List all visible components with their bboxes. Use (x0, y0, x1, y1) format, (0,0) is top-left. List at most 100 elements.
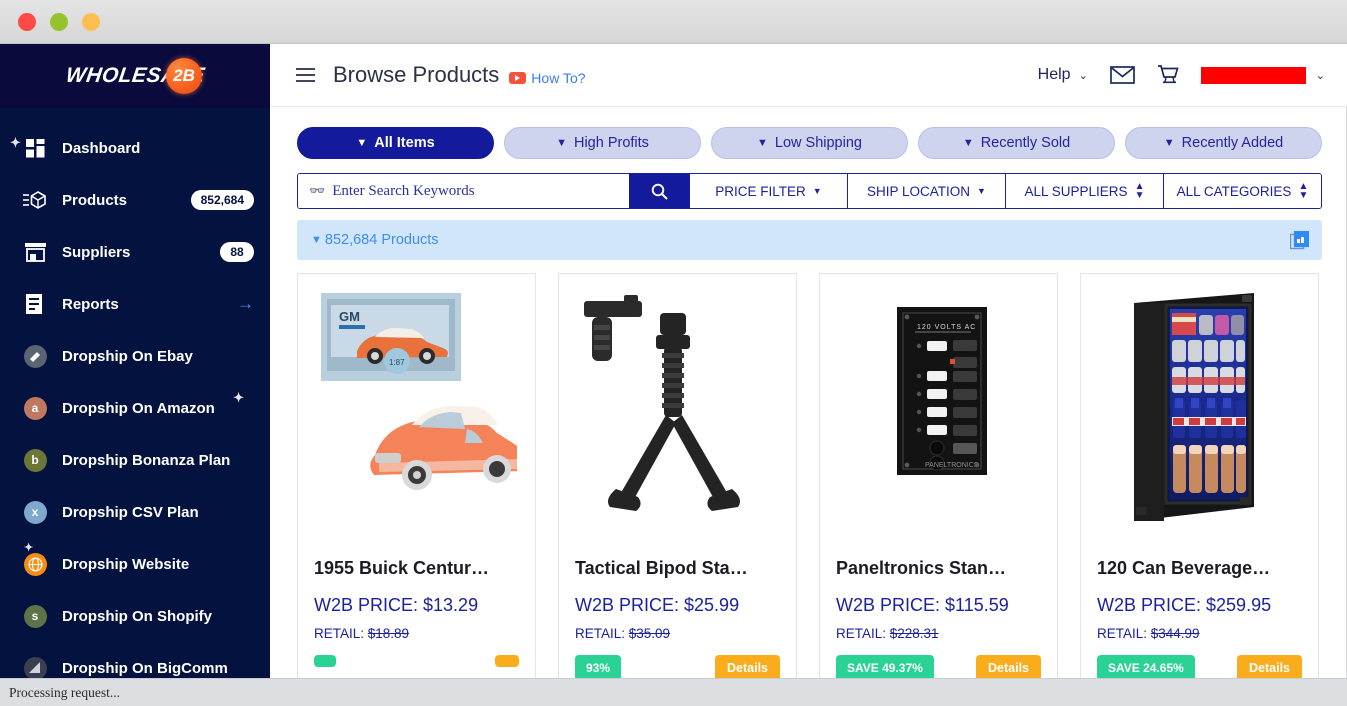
brand-logo[interactable]: WHOLESALE 2B (0, 44, 270, 108)
how-to-link[interactable]: How To? (509, 69, 586, 86)
minimize-window-button[interactable] (50, 13, 68, 31)
save-badge (314, 655, 336, 667)
product-title: Paneltronics Stan… (836, 558, 1007, 578)
product-info: Paneltronics Stan… W2B PRICE: $115.59 RE… (820, 546, 1057, 678)
product-retail-price: RETAIL: $344.99 (1097, 626, 1302, 641)
box-list-icon (20, 187, 50, 213)
product-image-tactical-bipod (559, 274, 796, 546)
product-retail-price: RETAIL: $18.89 (314, 626, 519, 641)
help-label: Help (1037, 66, 1071, 83)
sidebar-item-dropship-on-shopify[interactable]: s Dropship On Shopify (0, 590, 270, 642)
user-account-menu[interactable]: ⌄ (1200, 66, 1325, 84)
product-card[interactable]: 120 Can Beverage… W2B PRICE: $259.95 RET… (1080, 273, 1319, 678)
product-card[interactable]: 120 VOLTS AC PANELTRONICS Paneltronics S… (819, 273, 1058, 678)
price-filter-dropdown[interactable]: PRICE FILTER ▼ (689, 174, 847, 208)
sidebar-item-label: Dropship Bonanza Plan (62, 451, 231, 469)
svg-text:120 VOLTS AC: 120 VOLTS AC (917, 324, 976, 331)
all-categories-dropdown[interactable]: ALL CATEGORIES ▲ ▼ (1163, 174, 1321, 208)
tab-recently-added[interactable]: ▼ Recently Added (1125, 127, 1322, 159)
product-card[interactable]: Tactical Bipod Sta… W2B PRICE: $25.99 RE… (558, 273, 797, 678)
tab-high-profits[interactable]: ▼ High Profits (504, 127, 701, 159)
funnel-icon: ▼ (311, 234, 322, 246)
sidebar-item-reports[interactable]: Reports → (0, 278, 270, 330)
amazon-icon: a (20, 395, 50, 421)
retail-value: $344.99 (1150, 626, 1200, 641)
sidebar-item-label: Dropship On Shopify (62, 607, 212, 625)
sidebar-item-dashboard[interactable]: ✦ Dashboard (0, 122, 270, 174)
product-title: Tactical Bipod Sta… (575, 558, 748, 578)
tab-recently-sold[interactable]: ▼ Recently Sold (918, 127, 1115, 159)
sparkle-icon: ✦ (24, 542, 34, 554)
save-badge: SAVE 49.37% (836, 655, 934, 678)
product-price: W2B PRICE: $259.95 (1097, 595, 1272, 615)
product-actions (314, 655, 519, 667)
how-to-label: How To? (531, 69, 586, 86)
sidebar-item-label: Dropship On Ebay (62, 347, 193, 365)
ship-location-dropdown[interactable]: SHIP LOCATION ▼ (847, 174, 1005, 208)
products-count-badge: 852,684 (190, 190, 254, 210)
store-icon (20, 239, 50, 265)
product-actions: SAVE 49.37% Details (836, 655, 1041, 678)
save-badge: 93% (575, 655, 622, 678)
all-suppliers-dropdown[interactable]: ALL SUPPLIERS ▲ ▼ (1005, 174, 1163, 208)
product-card[interactable]: GM 1:87 1955 Buick Centur… W2B PRICE: $1… (297, 273, 536, 678)
sidebar-item-dropship-on-bigcomm[interactable]: Dropship On BigComm (0, 642, 270, 678)
product-title: 1955 Buick Centur… (314, 558, 490, 578)
details-button[interactable]: Details (976, 655, 1041, 678)
up-down-arrows-icon: ▲ ▼ (1134, 181, 1145, 201)
details-button[interactable]: Details (715, 655, 780, 678)
svg-text:PANELTRONICS: PANELTRONICS (925, 462, 979, 469)
save-badge: SAVE 24.65% (1097, 655, 1195, 678)
sidebar-item-dropship-csv-plan[interactable]: x Dropship CSV Plan (0, 486, 270, 538)
sidebar-item-label: Dropship CSV Plan (62, 503, 199, 521)
retail-prefix: RETAIL: (575, 626, 629, 641)
bonanza-icon: b (20, 447, 50, 473)
window-controls (18, 13, 100, 31)
product-info: 1955 Buick Centur… W2B PRICE: $13.29 RET… (298, 546, 535, 667)
tab-label: Low Shipping (774, 135, 862, 151)
close-window-button[interactable] (18, 13, 36, 31)
search-button[interactable] (629, 174, 689, 208)
sidebar-item-dropship-on-amazon[interactable]: a Dropship On Amazon ✦ (0, 382, 270, 434)
up-down-arrows-icon: ▲ ▼ (1298, 181, 1309, 201)
retail-value: $18.89 (367, 626, 410, 641)
funnel-icon: ▼ (757, 137, 768, 149)
suppliers-count-badge: 88 (220, 242, 254, 262)
sidebar-item-label: Dashboard (62, 139, 141, 157)
product-title: 120 Can Beverage… (1097, 558, 1271, 578)
sidebar-item-label: Dropship Website (62, 555, 190, 573)
top-header-bar: Browse Products How To? Help ⌄ ⌄ (270, 44, 1347, 107)
maximize-window-button[interactable] (82, 13, 100, 31)
details-button[interactable] (495, 655, 519, 667)
sidebar-item-label: Products (62, 191, 128, 209)
sidebar-item-dropship-bonanza-plan[interactable]: b Dropship Bonanza Plan (0, 434, 270, 486)
sidebar-item-dropship-on-ebay[interactable]: Dropship On Ebay (0, 330, 270, 382)
help-menu[interactable]: Help ⌄ (1038, 66, 1088, 84)
sidebar-item-products[interactable]: Products 852,684 (0, 174, 270, 226)
brand-badge: 2B (166, 58, 202, 94)
product-image-beverage-cooler (1081, 274, 1318, 546)
funnel-icon: ▼ (356, 137, 368, 149)
grid-layout-icon[interactable] (1290, 230, 1309, 250)
ebay-icon (20, 343, 50, 369)
tab-low-shipping[interactable]: ▼ Low Shipping (711, 127, 908, 159)
shopping-cart-icon[interactable] (1157, 64, 1179, 86)
envelope-icon[interactable] (1109, 66, 1135, 84)
retail-value: $228.31 (889, 626, 939, 641)
product-price: W2B PRICE: $25.99 (575, 595, 740, 615)
tab-label: High Profits (573, 135, 649, 151)
sidebar-item-dropship-website[interactable]: ✦ Dropship Website (0, 538, 270, 590)
header-actions: Help ⌄ ⌄ (1038, 64, 1325, 86)
tab-all-items[interactable]: ▼ All Items (297, 127, 494, 159)
search-input[interactable] (332, 182, 629, 200)
sidebar-item-suppliers[interactable]: Suppliers 88 (0, 226, 270, 278)
product-retail-price: RETAIL: $35.09 (575, 626, 780, 641)
chevron-down-icon: ⌄ (1078, 69, 1088, 82)
caret-down-icon: ▼ (977, 186, 986, 196)
menu-toggle-icon[interactable] (296, 68, 315, 82)
sparkle-icon: ✦ (233, 390, 244, 405)
results-summary-bar: ▼ 852,684 Products (297, 220, 1322, 260)
details-button[interactable]: Details (1237, 655, 1302, 678)
search-filter-bar: 👓 PRICE FILTER ▼ SHIP LOCATION (297, 173, 1322, 209)
product-actions: 93% Details (575, 655, 780, 678)
